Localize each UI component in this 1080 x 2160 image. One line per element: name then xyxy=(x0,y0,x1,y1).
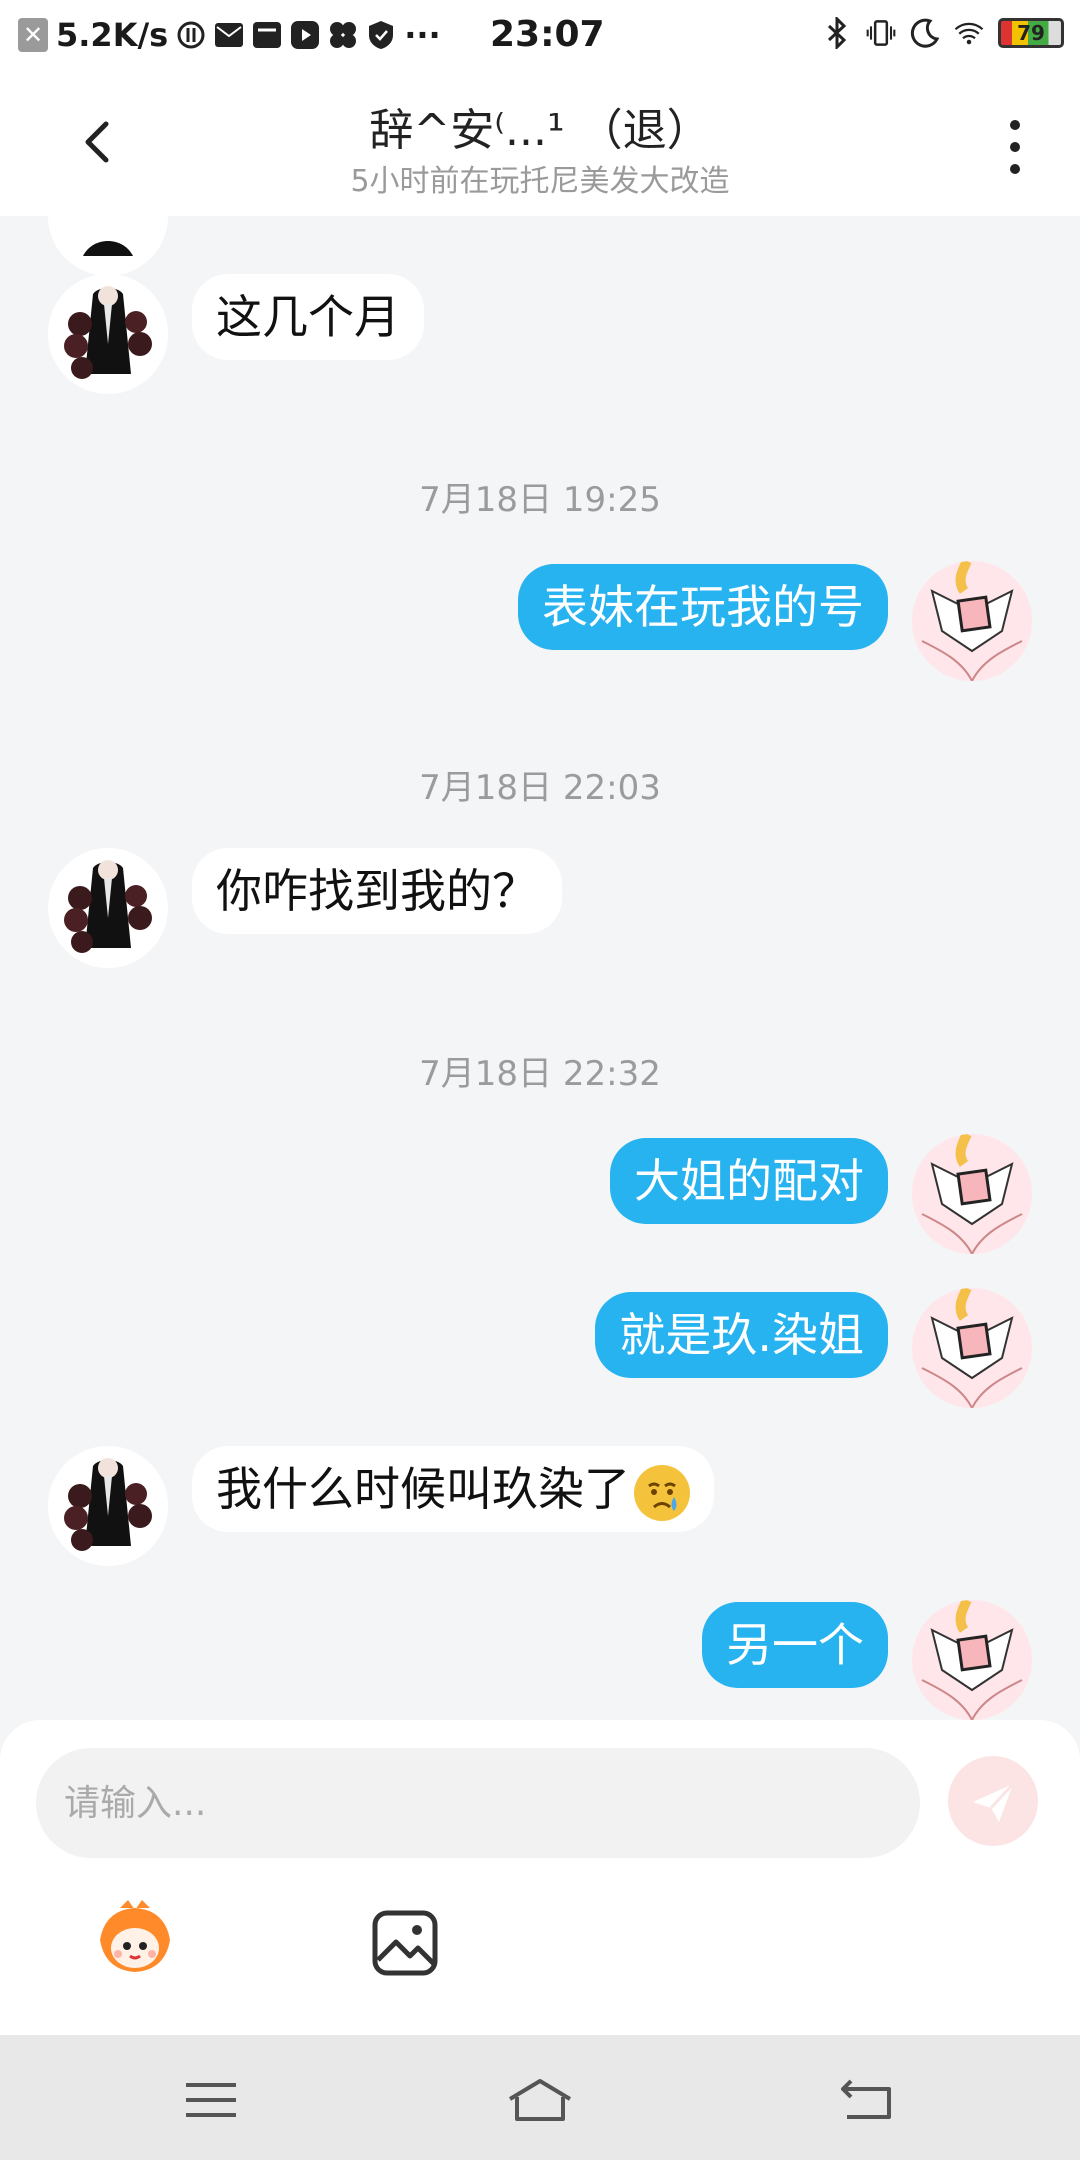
chat-header: 辞^安⁽...¹ （退） 5小时前在玩托尼美发大改造 xyxy=(0,72,1080,216)
network-speed: 5.2K/s xyxy=(56,16,169,54)
system-nav-bar xyxy=(0,2035,1080,2160)
status-left: ✕ 5.2K/s ··· xyxy=(18,16,441,54)
clock: 23:07 xyxy=(490,14,605,55)
back-nav-button[interactable] xyxy=(833,2075,903,2125)
inbox-icon xyxy=(252,20,282,50)
contact-status: 5小时前在玩托尼美发大改造 xyxy=(350,164,730,199)
image-picker-button[interactable] xyxy=(370,1908,440,1978)
emoji-mascot-icon xyxy=(100,1900,170,1972)
contact-avatar[interactable] xyxy=(48,1446,168,1566)
shield-icon xyxy=(366,20,396,50)
menu-icon xyxy=(186,2083,236,2117)
home-button[interactable] xyxy=(505,2075,575,2125)
status-right: 79 xyxy=(822,17,1064,49)
message-timestamp: 7月18日 19:25 xyxy=(419,480,661,520)
menu-button[interactable] xyxy=(176,2075,246,2125)
message-bubble-sent[interactable]: 就是玖.染姐 xyxy=(595,1292,888,1378)
vibrate-icon xyxy=(866,18,896,48)
my-avatar[interactable] xyxy=(912,1600,1032,1720)
message-input[interactable] xyxy=(36,1748,920,1858)
message-list[interactable]: 这几个月 7月18日 19:25 表妹在玩我的号 7月18日 22:03 你咋找… xyxy=(0,216,1080,1720)
contact-avatar[interactable] xyxy=(48,274,168,394)
crying-face-emoji-icon xyxy=(634,1464,690,1521)
contact-name: 辞^安⁽...¹ （退） xyxy=(369,105,711,156)
more-options-button[interactable] xyxy=(995,112,1035,182)
contact-avatar[interactable] xyxy=(48,216,168,276)
do-not-disturb-moon-icon xyxy=(910,18,940,48)
my-avatar[interactable] xyxy=(912,1134,1032,1254)
emoji-button[interactable] xyxy=(90,1900,180,1980)
message-timestamp: 7月18日 22:03 xyxy=(419,768,661,808)
back-icon xyxy=(841,2079,891,2119)
battery-level: 79 xyxy=(1017,21,1045,45)
battery-icon: 79 xyxy=(998,18,1064,48)
status-bar: ✕ 5.2K/s ··· 23:07 79 xyxy=(0,0,1080,72)
mail-icon xyxy=(214,20,244,50)
contact-avatar[interactable] xyxy=(48,848,168,968)
send-button[interactable] xyxy=(948,1756,1038,1846)
more-vertical-icon xyxy=(1010,120,1020,174)
image-icon xyxy=(372,1910,438,1976)
message-text: 我什么时候叫玖染了 xyxy=(216,1462,630,1516)
bluetooth-icon xyxy=(822,17,852,49)
message-bubble-sent[interactable]: 大姐的配对 xyxy=(610,1138,888,1224)
wifi-icon xyxy=(954,18,984,48)
pinwheel-icon xyxy=(328,20,358,50)
video-play-icon xyxy=(290,20,320,50)
home-icon xyxy=(508,2079,572,2121)
notification-close-icon: ✕ xyxy=(18,18,48,52)
my-avatar[interactable] xyxy=(912,561,1032,681)
compose-panel xyxy=(0,1720,1080,2035)
message-bubble-sent[interactable]: 表妹在玩我的号 xyxy=(518,564,888,650)
message-timestamp: 7月18日 22:32 xyxy=(419,1054,661,1094)
data-saver-icon xyxy=(176,20,206,50)
my-avatar[interactable] xyxy=(912,1288,1032,1408)
message-bubble-received[interactable]: 我什么时候叫玖染了 xyxy=(192,1446,714,1532)
message-bubble-received[interactable]: 这几个月 xyxy=(192,274,424,360)
send-icon xyxy=(973,1782,1015,1822)
message-bubble-received[interactable]: 你咋找到我的？ xyxy=(192,848,562,934)
more-notifications-icon: ··· xyxy=(404,16,441,54)
message-bubble-sent[interactable]: 另一个 xyxy=(702,1602,888,1688)
